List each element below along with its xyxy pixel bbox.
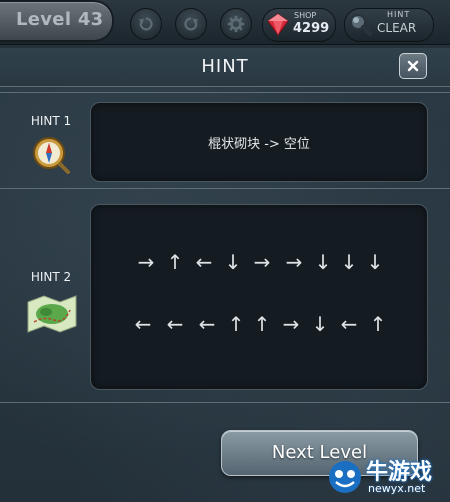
shop-label: SHOP: [294, 11, 317, 20]
left-arrow-icon: ←: [134, 312, 152, 336]
up-arrow-icon: ↑: [166, 250, 184, 274]
up-arrow-icon: ↑: [253, 312, 271, 336]
hint-clear-button[interactable]: HINT CLEAR: [344, 8, 434, 42]
divider: [0, 402, 450, 403]
hint-label: HINT: [387, 10, 411, 19]
gem-count: 4299: [293, 21, 330, 36]
left-arrow-icon: ←: [166, 312, 184, 336]
hint2-box: → ↑ ← ↓ → → ↓ ↓ ↓ ← ← ← ↑ ↑ → ↓ ← ↑: [90, 204, 428, 390]
treasure-map-icon: [27, 295, 77, 333]
divider: [0, 188, 450, 189]
restart-button[interactable]: [175, 8, 207, 40]
arrow-sequence-row: ← ← ← ↑ ↑ → ↓ ← ↑: [91, 311, 427, 337]
undo-button[interactable]: [130, 8, 162, 40]
magnifier-icon: [350, 14, 372, 36]
restart-icon: [184, 17, 199, 31]
up-arrow-icon: ↑: [227, 312, 245, 336]
watermark: 牛游戏 newyx.net: [324, 452, 448, 500]
hint-clear-label: CLEAR: [377, 21, 417, 35]
down-arrow-icon: ↓: [340, 250, 358, 274]
divider: [0, 92, 450, 93]
hint2-label: HINT 2: [30, 270, 72, 284]
hint-dialog: HINT HINT 1 棍状砌块 -> 空位 HINT 2 → ↑ ← ↓ → → ↓ ↓ ↓ …: [0, 48, 450, 502]
level-badge: Level 43: [0, 0, 114, 42]
ruby-gem-icon: [267, 13, 289, 36]
left-arrow-icon: ←: [195, 250, 213, 274]
left-arrow-icon: ←: [340, 312, 358, 336]
arrow-sequence-row: → ↑ ← ↓ → → ↓ ↓ ↓: [91, 249, 427, 275]
right-arrow-icon: →: [282, 312, 300, 336]
close-button[interactable]: [399, 53, 427, 79]
watermark-logo: [329, 461, 361, 493]
level-indicator: Level 43: [16, 9, 104, 30]
gear-icon: [227, 15, 245, 33]
watermark-url: newyx.net: [368, 482, 426, 495]
undo-icon: [138, 17, 153, 31]
left-arrow-icon: ←: [198, 312, 216, 336]
shop-button[interactable]: SHOP 4299: [262, 8, 336, 42]
right-arrow-icon: →: [285, 250, 303, 274]
hint1-box: 棍状砌块 -> 空位: [90, 102, 428, 182]
down-arrow-icon: ↓: [311, 312, 329, 336]
dialog-title: HINT: [201, 56, 249, 77]
top-bar: Level 43 SHOP 4299 HINT CLEAR: [0, 0, 450, 45]
up-arrow-icon: ↑: [369, 312, 387, 336]
dialog-header: HINT: [0, 48, 450, 87]
down-arrow-icon: ↓: [366, 250, 384, 274]
right-arrow-icon: →: [137, 250, 155, 274]
settings-button[interactable]: [220, 8, 252, 40]
hint1-text: 棍状砌块 -> 空位: [208, 136, 310, 152]
right-arrow-icon: →: [253, 250, 271, 274]
down-arrow-icon: ↓: [314, 250, 332, 274]
compass-icon: [33, 137, 70, 174]
down-arrow-icon: ↓: [224, 250, 242, 274]
close-icon: [407, 60, 419, 72]
hint1-label: HINT 1: [30, 114, 72, 128]
